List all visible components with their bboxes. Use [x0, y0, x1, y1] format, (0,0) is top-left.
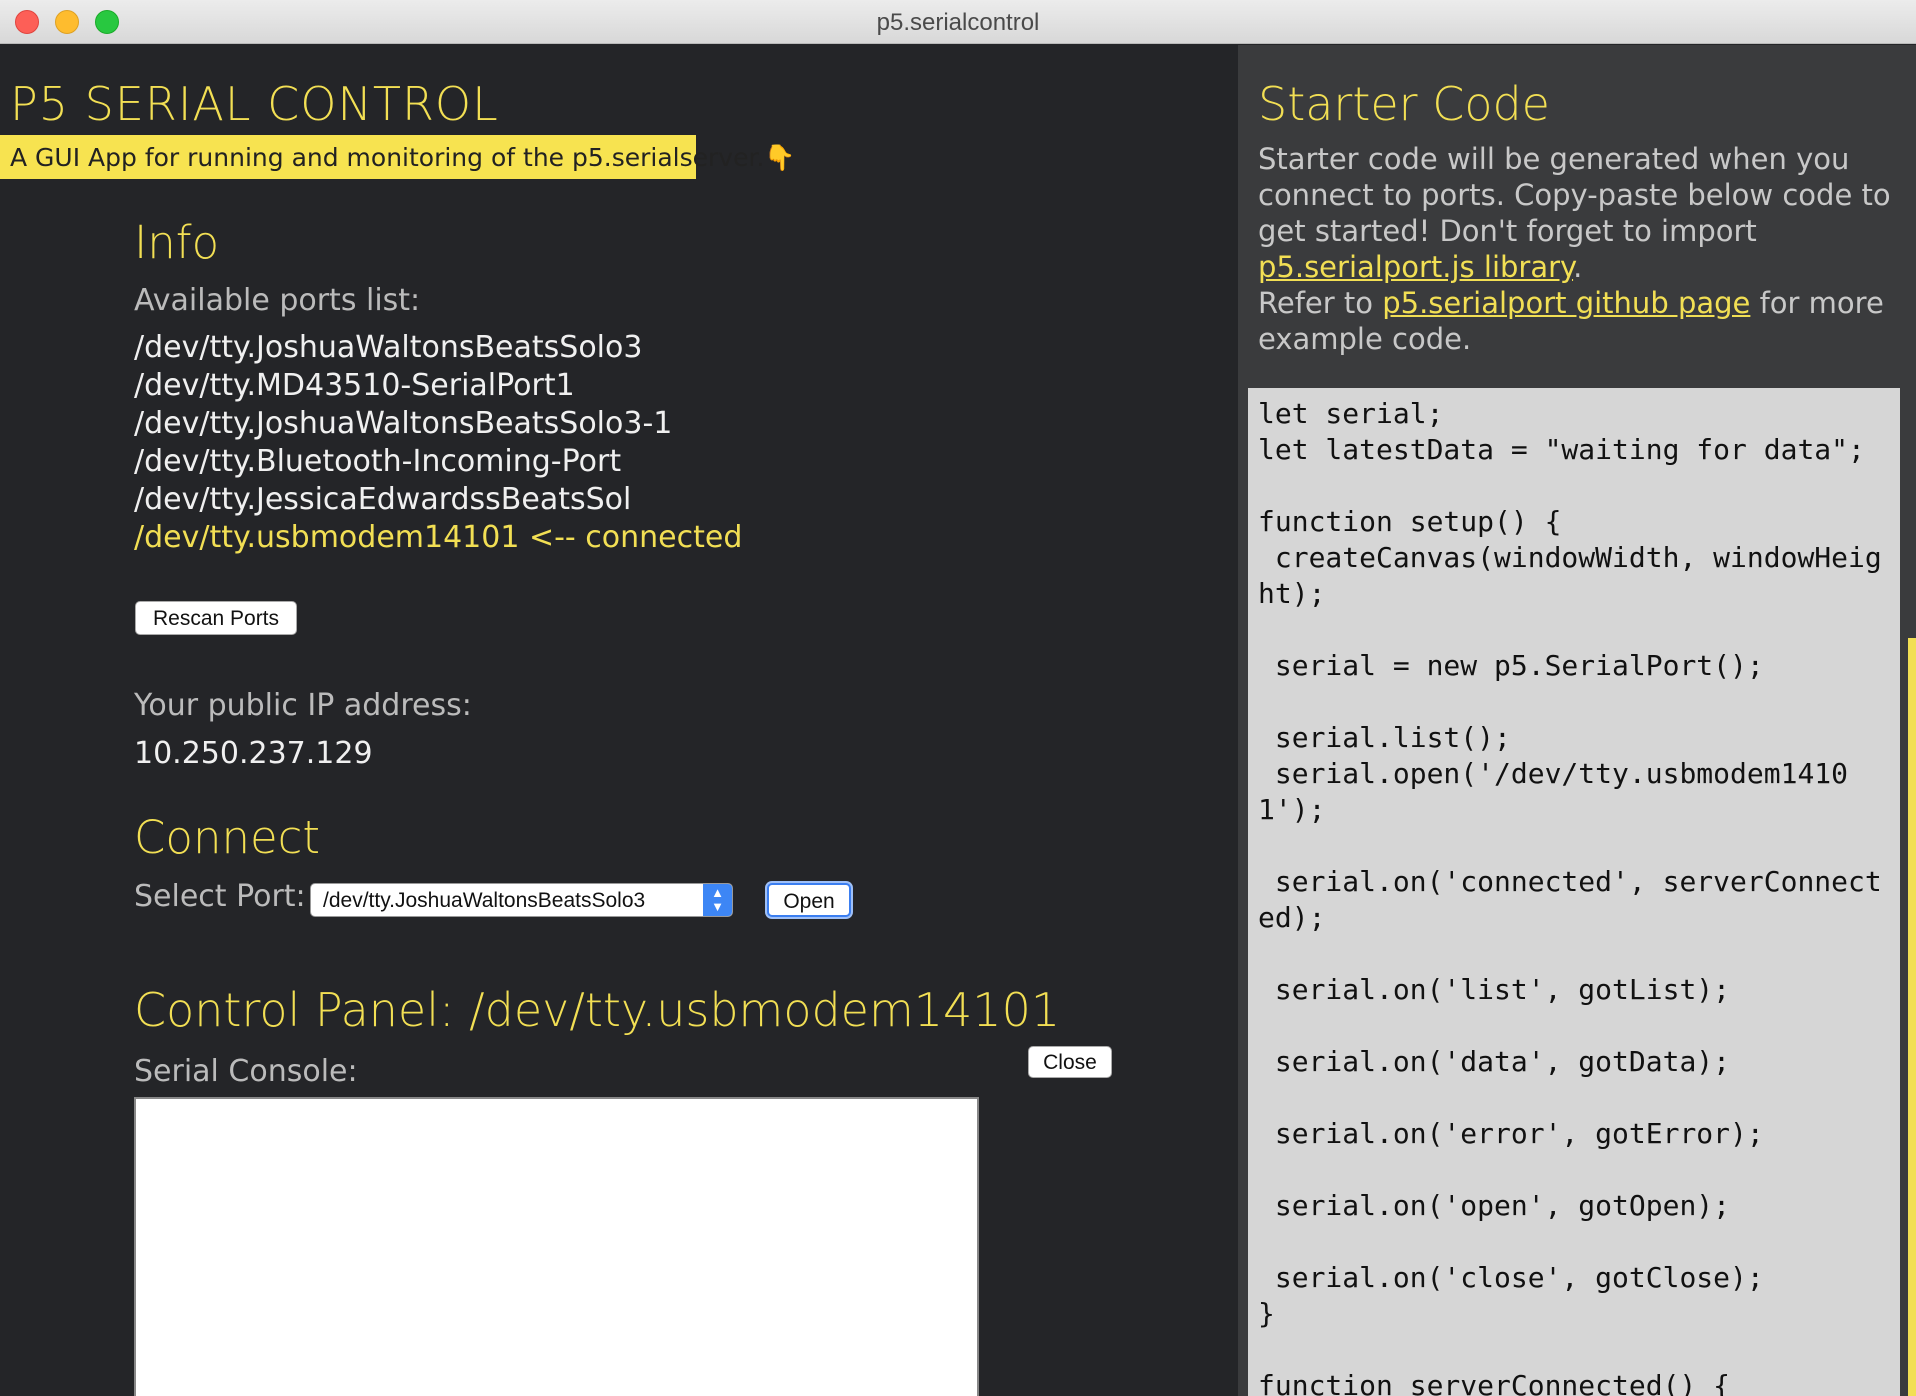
github-link[interactable]: p5.serialport github page [1382, 286, 1750, 320]
starter-code-box[interactable]: let serial; let latestData = "waiting fo… [1248, 388, 1900, 1396]
starter-intro: Starter code will be generated when you … [1258, 141, 1908, 285]
serial-console-textarea[interactable] [134, 1097, 979, 1396]
refer-text: Refer to [1258, 286, 1383, 320]
control-panel-title: Control Panel: /dev/tty.usbmodem14101 [134, 983, 1061, 1037]
port-item: /dev/tty.Bluetooth-Incoming-Port [134, 444, 622, 479]
starter-code-heading: Starter Code [1258, 77, 1550, 131]
rescan-ports-button[interactable]: Rescan Ports [135, 601, 297, 635]
port-item: /dev/tty.MD43510-SerialPort1 [134, 368, 575, 403]
starter-code[interactable]: let serial; let latestData = "waiting fo… [1258, 396, 1898, 1396]
select-port-label: Select Port: [134, 879, 306, 914]
serial-console-label: Serial Console: [134, 1054, 358, 1089]
starter-code-panel: Starter Code Starter code will be genera… [1238, 45, 1916, 1396]
starter-refer: Refer to p5.serialport github page for m… [1258, 285, 1908, 357]
starter-intro-end: . [1573, 250, 1583, 284]
chevron-up-down-icon: ▲ ▼ [703, 884, 732, 916]
ip-label: Your public IP address: [134, 688, 472, 723]
info-heading: Info [134, 216, 220, 269]
port-select[interactable]: /dev/tty.JoshuaWaltonsBeatsSolo3 ▲ ▼ [310, 883, 733, 917]
scrollbar[interactable] [1908, 638, 1916, 1396]
open-port-button[interactable]: Open [767, 883, 851, 917]
port-select-value: /dev/tty.JoshuaWaltonsBeatsSolo3 [323, 889, 646, 912]
library-link[interactable]: p5.serialport.js library [1258, 250, 1573, 284]
ports-list-label: Available ports list: [134, 283, 421, 318]
port-item: /dev/tty.JoshuaWaltonsBeatsSolo3 [134, 330, 643, 365]
window-title: p5.serialcontrol [876, 9, 1040, 36]
app-title: P5 SERIAL CONTROL [10, 77, 499, 131]
connect-heading: Connect [134, 811, 321, 864]
main-panel: P5 SERIAL CONTROL A GUI App for running … [0, 45, 1238, 1396]
port-item: /dev/tty.JoshuaWaltonsBeatsSolo3-1 [134, 406, 673, 441]
close-port-button[interactable]: Close [1028, 1046, 1112, 1078]
app-subtitle-banner: A GUI App for running and monitoring of … [0, 135, 796, 179]
app-window: p5.serialcontrol P5 SERIAL CONTROL A GUI… [0, 0, 1916, 1396]
ip-value: 10.250.237.129 [134, 736, 373, 771]
port-item: /dev/tty.JessicaEdwardssBeatsSol [134, 482, 632, 517]
port-item-connected: /dev/tty.usbmodem14101 <-- connected [134, 520, 743, 555]
title-bar: p5.serialcontrol [0, 0, 1916, 44]
starter-intro-text: Starter code will be generated when you … [1258, 142, 1891, 248]
ports-list: /dev/tty.JoshuaWaltonsBeatsSolo3 /dev/tt… [134, 329, 742, 557]
